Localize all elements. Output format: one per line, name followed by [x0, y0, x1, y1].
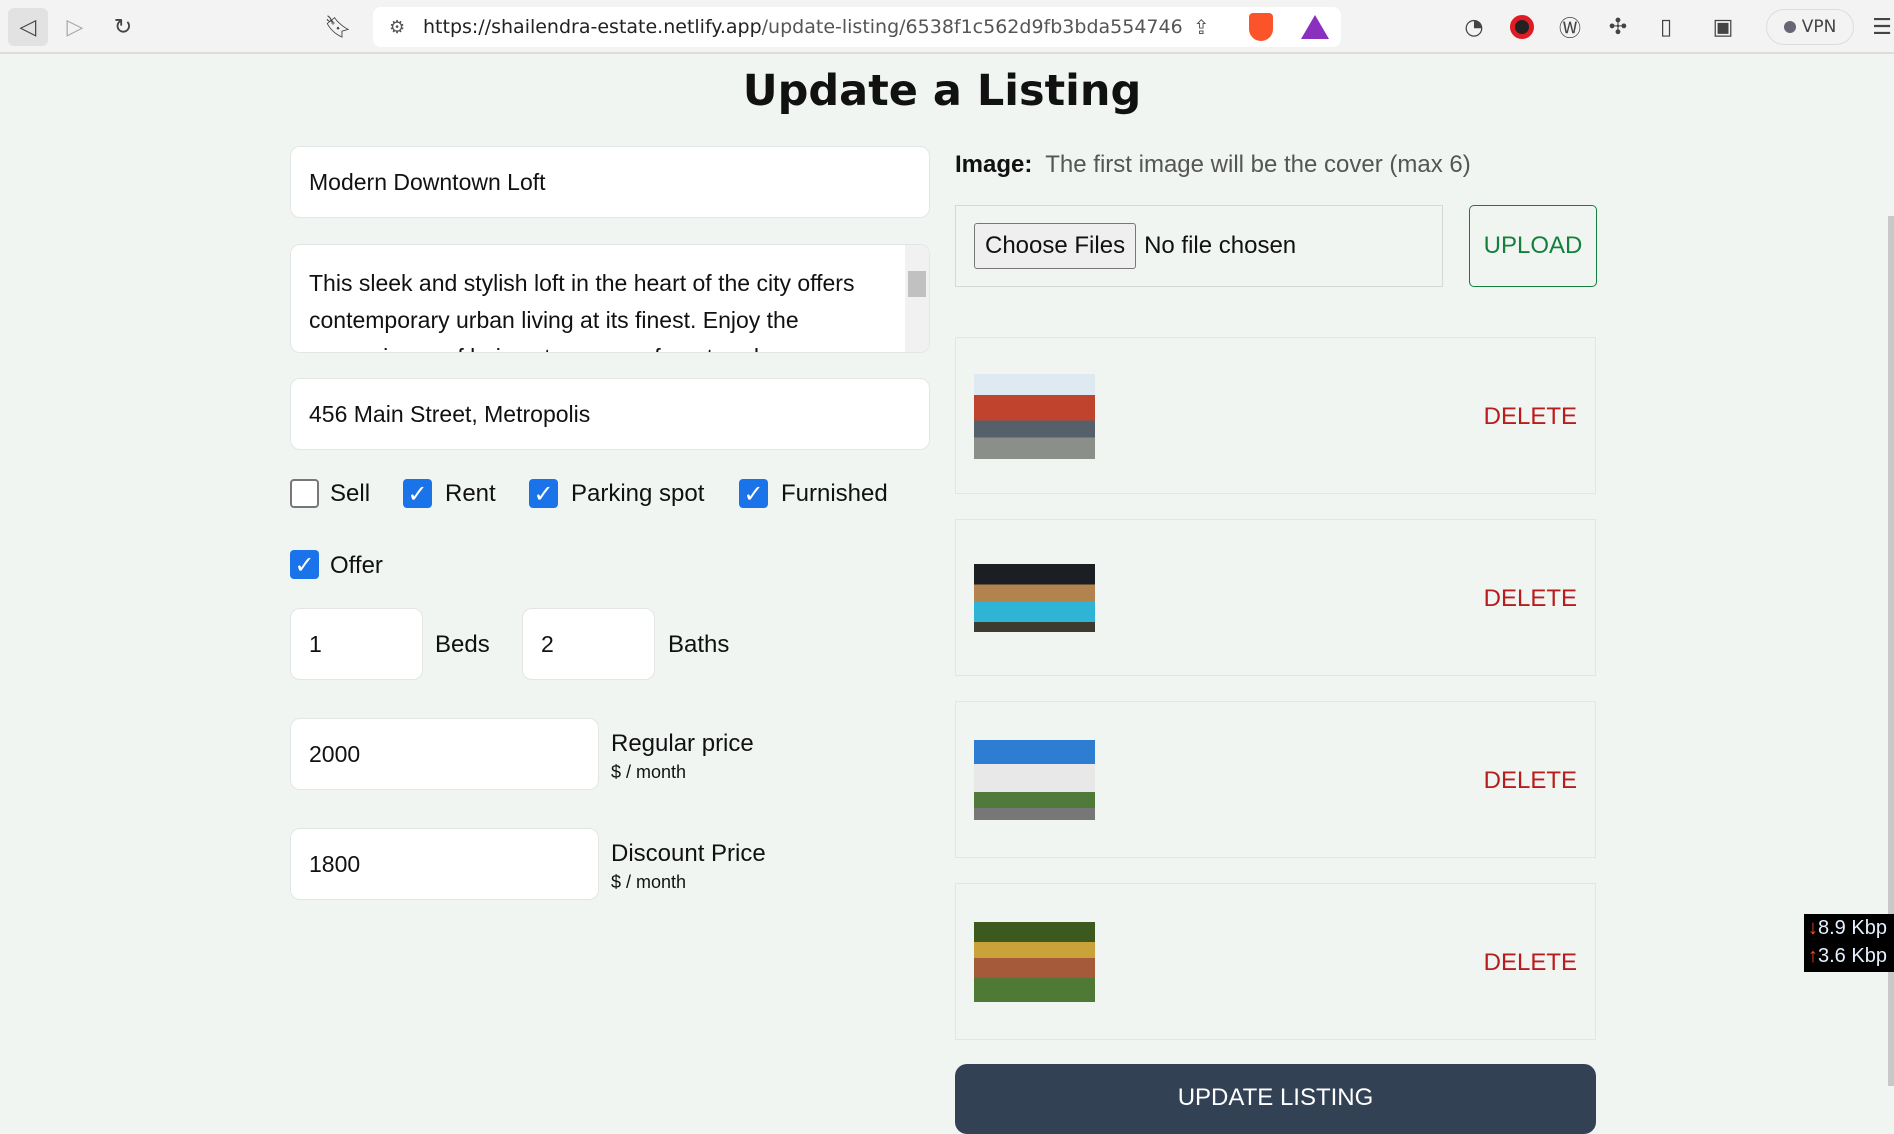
speed-icon[interactable]: ◔	[1454, 8, 1494, 46]
address-input[interactable]: 456 Main Street, Metropolis	[290, 378, 930, 450]
regular-price-label: Regular price	[611, 730, 754, 757]
sell-label: Sell	[330, 480, 371, 507]
no-file-text: No file chosen	[1144, 232, 1297, 259]
extensions-icon[interactable]: ✣	[1598, 8, 1638, 46]
network-speed-overlay: ↓8.9 Kbp ↑3.6 Kbp	[1804, 914, 1894, 972]
image-item: DELETE	[955, 701, 1596, 858]
vpn-label: VPN	[1801, 17, 1837, 37]
update-listing-label: UPDATE LISTING	[1177, 1084, 1374, 1111]
reload-icon[interactable]: ↻	[103, 8, 143, 46]
townhouse-thumbnail	[974, 740, 1095, 820]
wallet-icon[interactable]: ▣	[1703, 8, 1743, 46]
pool-thumbnail	[974, 564, 1095, 632]
house-thumbnail	[974, 374, 1095, 459]
url-path: /update-listing/6538f1c562d9fb3bda554746	[761, 16, 1183, 38]
name-input[interactable]: Modern Downtown Loft	[290, 146, 930, 218]
vpn-button[interactable]: VPN	[1766, 9, 1854, 45]
description-textarea[interactable]: This sleek and stylish loft in the heart…	[290, 244, 930, 353]
discount-price-input[interactable]: 1800	[290, 828, 599, 900]
file-input[interactable]: Choose Files No file chosen	[955, 205, 1443, 287]
image-hint: Image: The first image will be the cover…	[955, 151, 1471, 179]
parking-checkbox[interactable]: ✓	[529, 479, 558, 508]
share-icon[interactable]: ⇪	[1193, 15, 1210, 39]
brave-shield-icon[interactable]	[1249, 13, 1273, 41]
regular-price-input[interactable]: 2000	[290, 718, 599, 790]
menu-icon[interactable]: ☰	[1862, 8, 1894, 46]
cottage-thumbnail	[974, 922, 1095, 1002]
update-listing-button[interactable]: UPDATE LISTING	[955, 1064, 1596, 1134]
back-icon[interactable]: ◁	[8, 8, 48, 46]
beds-label: Beds	[435, 631, 490, 658]
sell-checkbox[interactable]	[290, 479, 319, 508]
rewards-icon[interactable]	[1301, 15, 1329, 39]
upload-button[interactable]: UPLOAD	[1469, 205, 1597, 287]
beds-input[interactable]: 1	[290, 608, 423, 680]
vpn-status-icon	[1783, 21, 1796, 33]
baths-label: Baths	[668, 631, 730, 658]
extension-red-icon[interactable]	[1502, 8, 1542, 46]
sidebar-icon[interactable]: ▯	[1646, 8, 1686, 46]
discount-price-label: Discount Price	[611, 840, 766, 867]
discount-price-unit: $ / month	[611, 872, 687, 892]
url-host: https://shailendra-estate.netlify.app	[423, 16, 762, 38]
image-item: DELETE	[955, 883, 1596, 1040]
delete-button[interactable]: DELETE	[1484, 884, 1577, 1041]
rent-checkbox[interactable]: ✓	[403, 479, 432, 508]
bookmark-icon[interactable]: 🔖︎	[318, 8, 358, 46]
offer-checkbox[interactable]: ✓	[290, 550, 319, 579]
baths-input[interactable]: 2	[522, 608, 655, 680]
image-hint-text: The first image will be the cover (max 6…	[1045, 151, 1471, 178]
page: Update a Listing Modern Downtown Loft Th…	[0, 56, 1894, 1134]
wordpress-icon[interactable]: Ⓦ	[1550, 8, 1590, 46]
site-settings-icon[interactable]: ⚙	[389, 17, 405, 38]
choose-files-button[interactable]: Choose Files	[974, 223, 1137, 269]
delete-button[interactable]: DELETE	[1484, 702, 1577, 859]
image-item: DELETE	[955, 519, 1596, 676]
description-text: This sleek and stylish loft in the heart…	[309, 270, 855, 352]
download-arrow-icon: ↓	[1808, 917, 1818, 939]
furnished-checkbox[interactable]: ✓	[739, 479, 768, 508]
upload-speed: 3.6 Kbp	[1818, 945, 1887, 967]
image-label: Image:	[955, 151, 1033, 178]
rent-label: Rent	[445, 480, 496, 507]
browser-toolbar: ◁ ▷ ↻ 🔖︎ ⚙ https://shailendra-estate.net…	[0, 0, 1894, 54]
parking-label: Parking spot	[571, 480, 705, 507]
delete-button[interactable]: DELETE	[1484, 520, 1577, 677]
delete-button[interactable]: DELETE	[1484, 338, 1577, 495]
upload-arrow-icon: ↑	[1808, 945, 1818, 967]
forward-icon[interactable]: ▷	[55, 8, 95, 46]
furnished-label: Furnished	[781, 480, 888, 507]
image-item: DELETE	[955, 337, 1596, 494]
address-bar[interactable]: ⚙ https://shailendra-estate.netlify.app /…	[373, 7, 1341, 47]
regular-price-unit: $ / month	[611, 762, 687, 782]
download-speed: 8.9 Kbp	[1818, 917, 1887, 939]
offer-label: Offer	[330, 552, 383, 579]
page-title: Update a Listing	[742, 66, 1142, 116]
textarea-scrollbar[interactable]	[905, 245, 929, 352]
